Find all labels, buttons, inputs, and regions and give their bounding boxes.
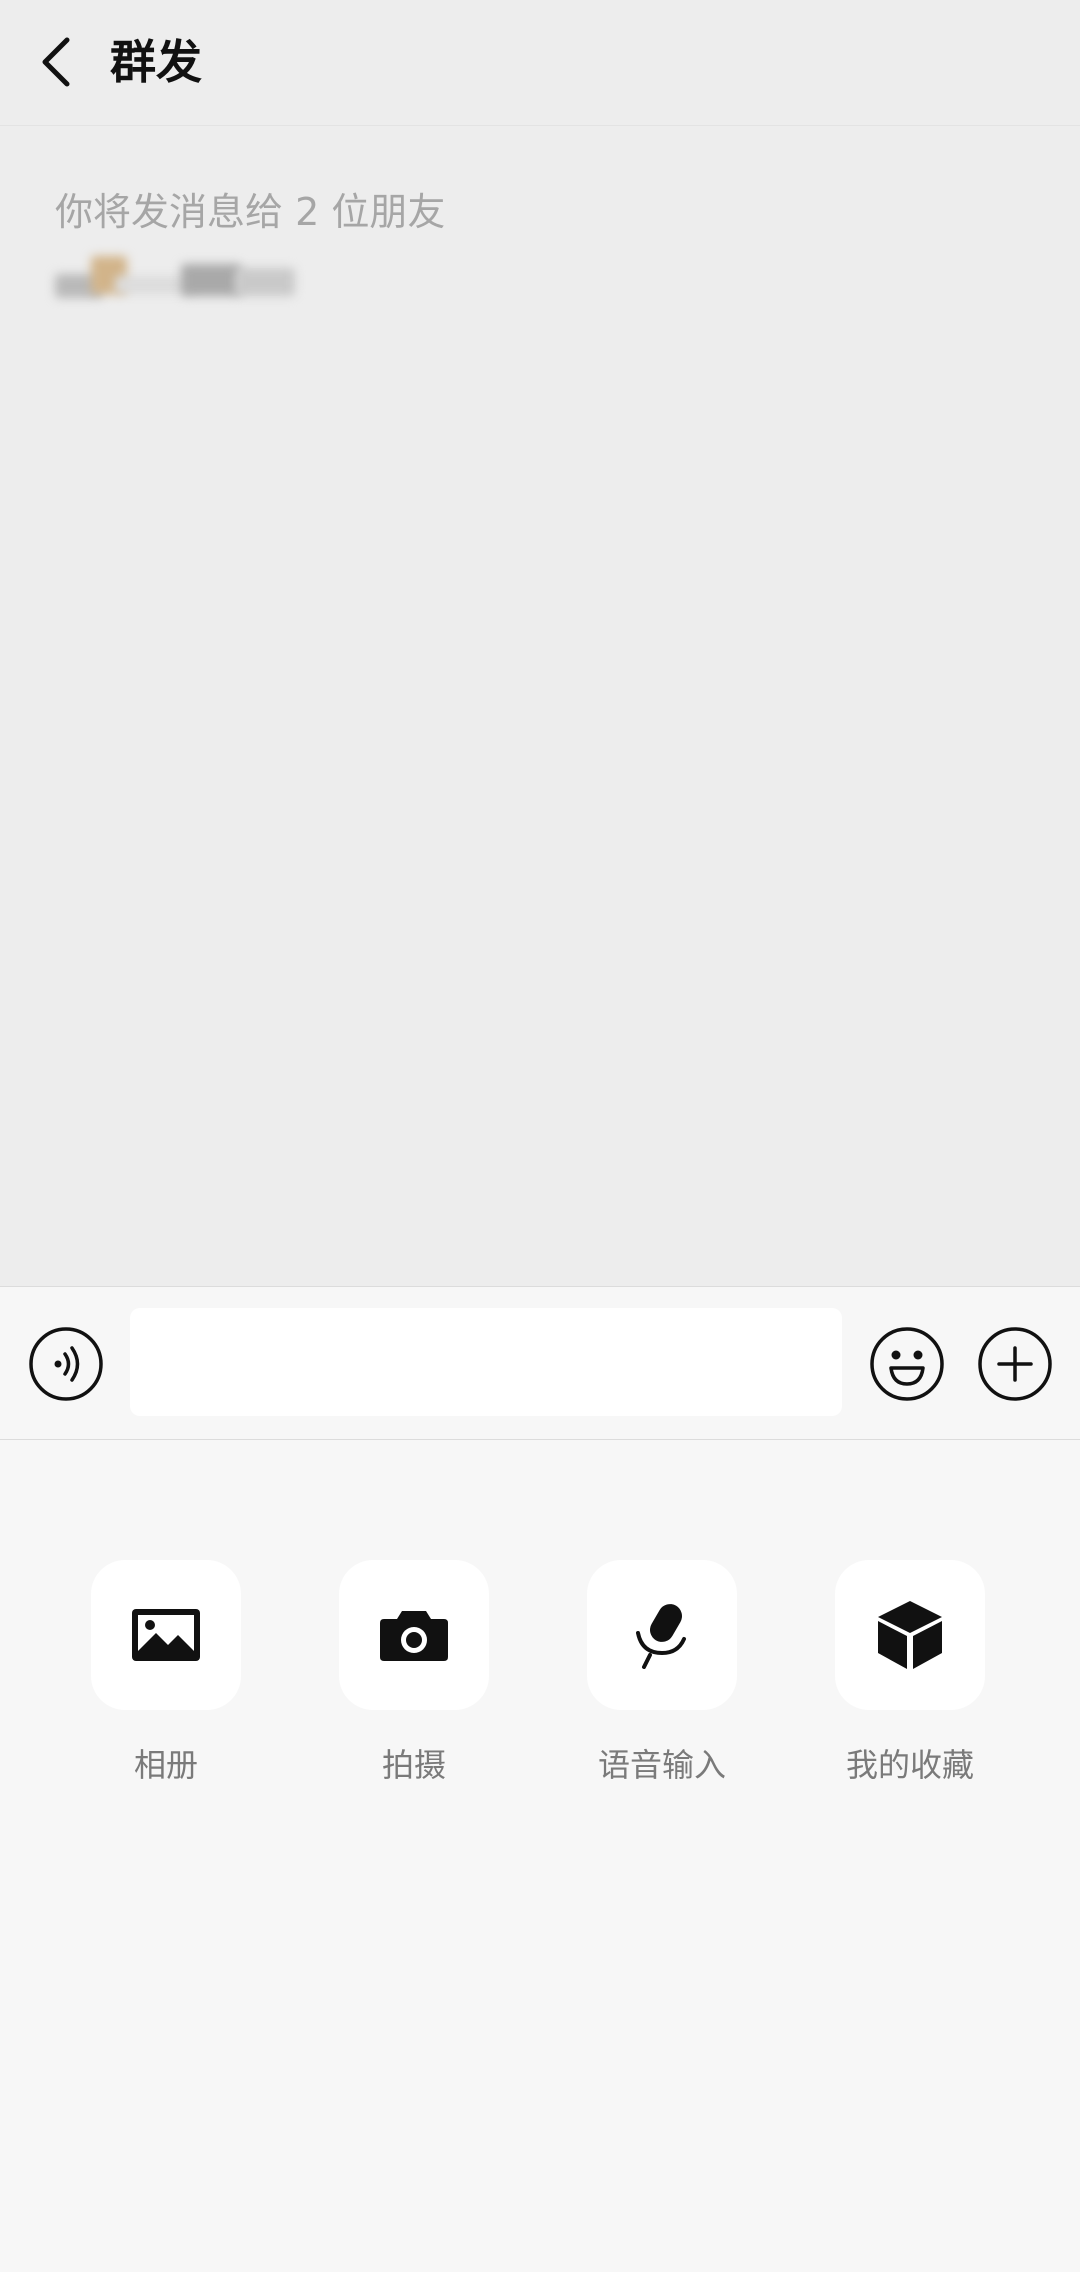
voice-toggle-button[interactable] bbox=[28, 1326, 104, 1402]
more-actions-button[interactable] bbox=[977, 1326, 1053, 1402]
top-bar: 群发 bbox=[0, 0, 1080, 126]
album-image-icon bbox=[132, 1609, 200, 1661]
plus-circle-icon bbox=[978, 1327, 1052, 1401]
panel-item-favorites[interactable]: 我的收藏 bbox=[810, 1560, 1010, 1784]
panel-item-album[interactable]: 相册 bbox=[66, 1560, 266, 1784]
camera-tile[interactable] bbox=[339, 1560, 489, 1710]
attachment-panel: 相册 拍摄 语音输入 我的收藏 bbox=[0, 1440, 1080, 2272]
panel-item-label: 我的收藏 bbox=[845, 1746, 974, 1784]
back-button[interactable] bbox=[28, 30, 84, 94]
panel-item-voice-input[interactable]: 语音输入 bbox=[562, 1560, 762, 1784]
cube-favorites-icon bbox=[878, 1601, 942, 1669]
panel-item-camera[interactable]: 拍摄 bbox=[314, 1560, 514, 1784]
camera-icon bbox=[380, 1611, 448, 1661]
broadcast-screen: 群发 你将发消息给 2 位朋友 相册 拍摄 语音输入 我的收藏 bbox=[0, 0, 1080, 2272]
emoji-button[interactable] bbox=[869, 1326, 945, 1402]
favorites-tile[interactable] bbox=[835, 1560, 985, 1710]
input-toolbar bbox=[0, 1286, 1080, 1440]
voice-wave-icon bbox=[29, 1327, 103, 1401]
voice-input-tile[interactable] bbox=[587, 1560, 737, 1710]
panel-item-label: 语音输入 bbox=[597, 1746, 726, 1784]
recipient-names-blurred bbox=[55, 256, 355, 306]
message-area: 你将发消息给 2 位朋友 bbox=[0, 126, 1080, 1286]
recipients-note: 你将发消息给 2 位朋友 bbox=[55, 190, 446, 234]
album-tile[interactable] bbox=[91, 1560, 241, 1710]
smiley-icon bbox=[870, 1327, 944, 1401]
panel-item-label: 相册 bbox=[133, 1746, 198, 1784]
chevron-left-icon bbox=[42, 37, 70, 87]
microphone-icon bbox=[636, 1604, 686, 1669]
panel-item-label: 拍摄 bbox=[381, 1746, 446, 1784]
message-input[interactable] bbox=[130, 1308, 842, 1416]
page-title: 群发 bbox=[110, 35, 202, 89]
